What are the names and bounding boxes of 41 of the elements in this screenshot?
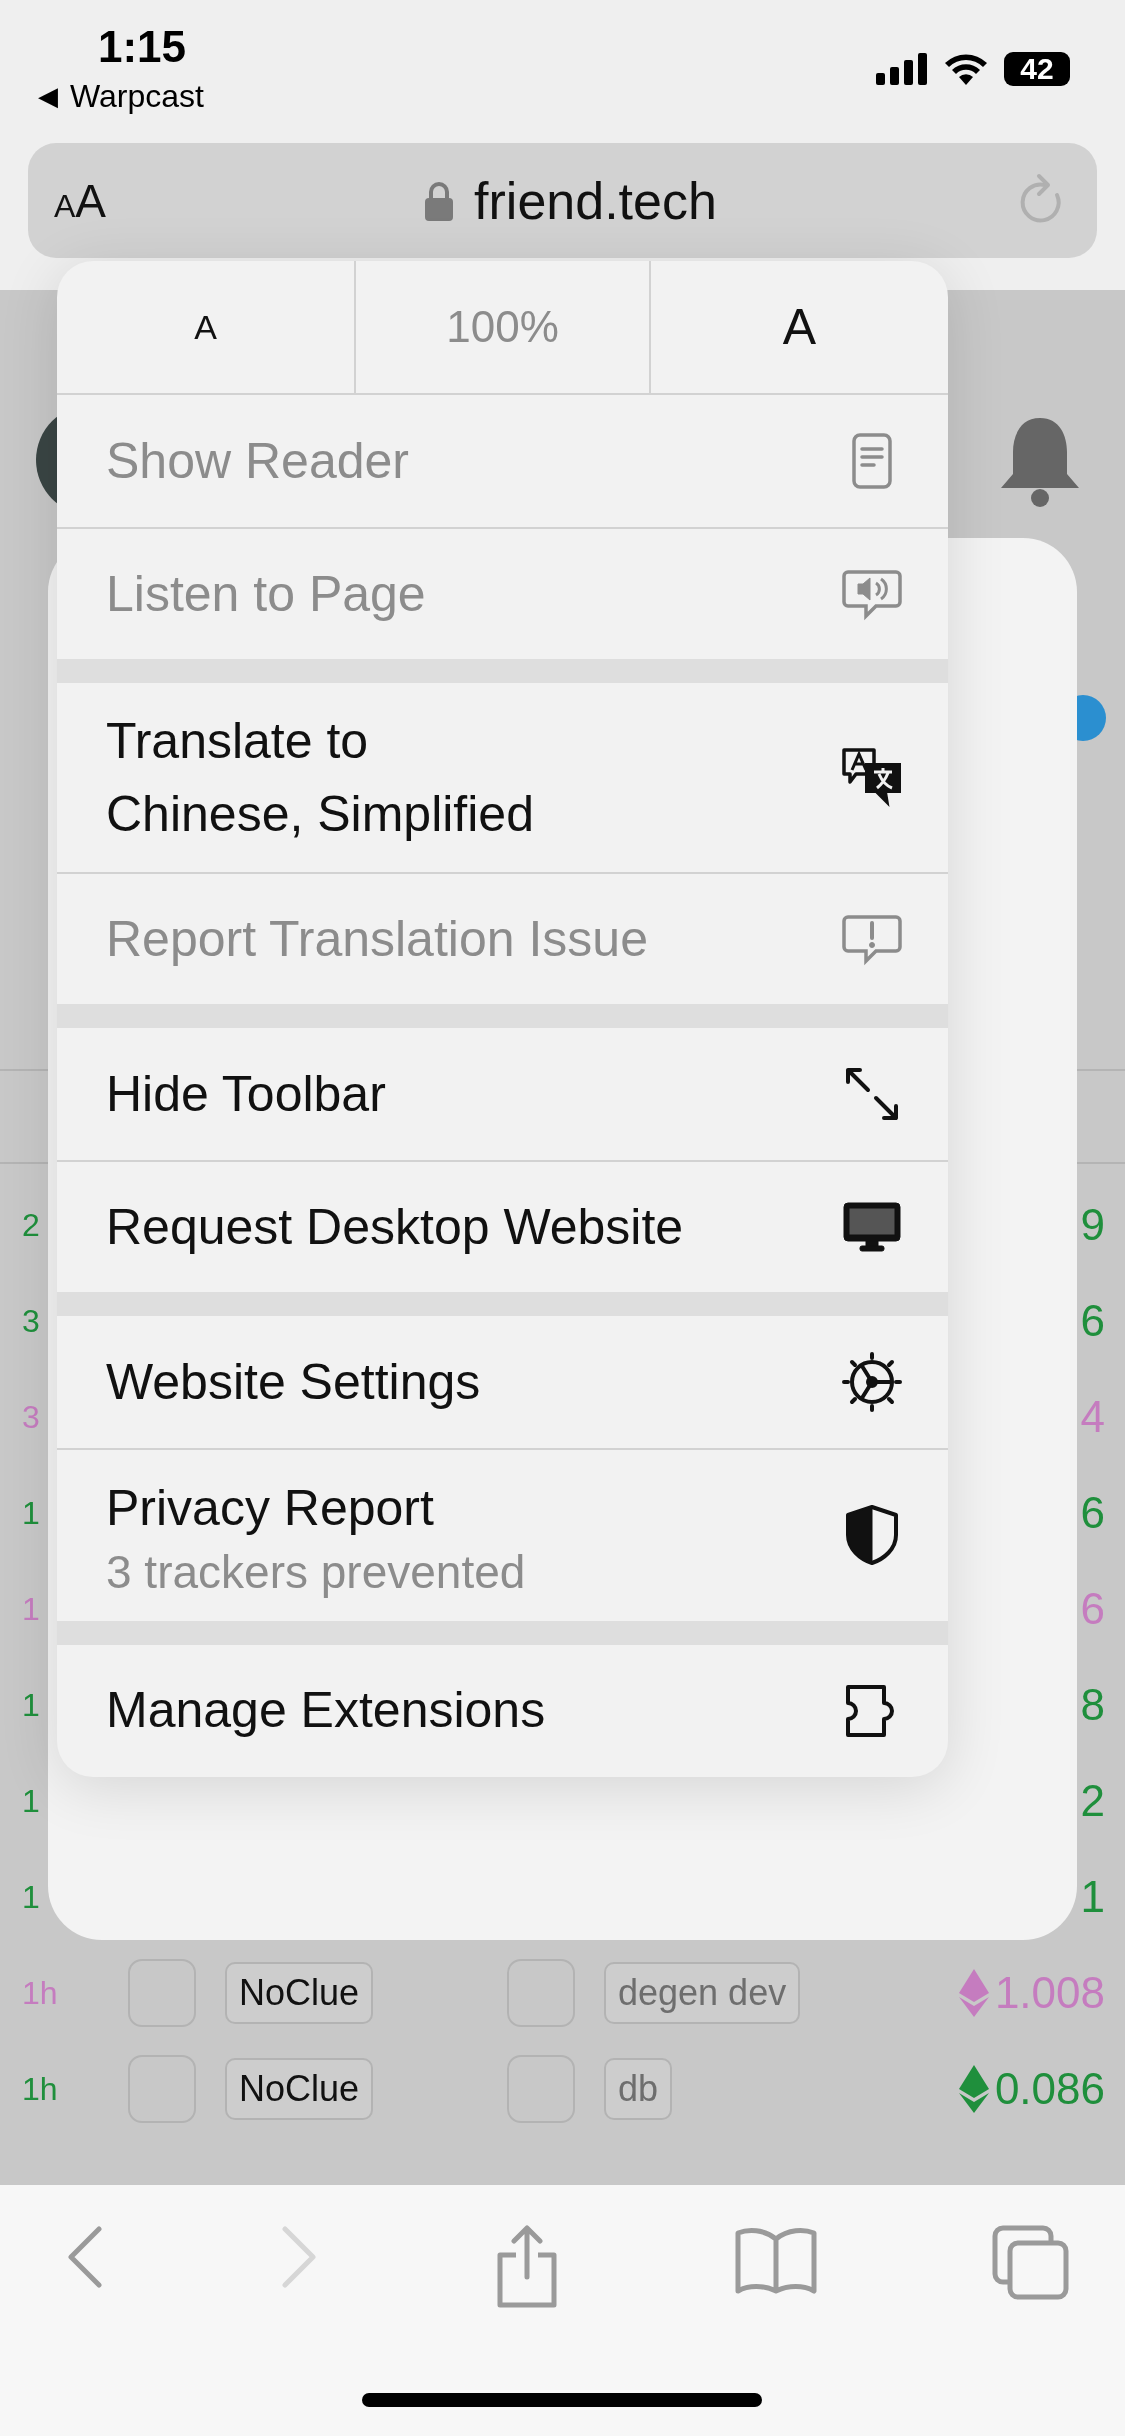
bookmarks-icon[interactable] [733,2225,818,2295]
trade-price: 6 [1080,1296,1105,1346]
zoom-level: 100% [354,261,651,393]
trade-price: 9 [1080,1200,1105,1250]
trade-time: 1 [22,1686,41,1724]
back-app-link[interactable]: Warpcast [70,78,204,115]
address-bar[interactable]: AA friend.tech [28,143,1097,258]
trade-time: 1 [22,1782,41,1820]
trade-time: 1h [22,2070,59,2108]
trade-time: 1h [22,1974,59,2012]
increase-text-button[interactable]: A [651,261,948,393]
trade-time: 3 [22,1302,41,1340]
page-format-button[interactable]: AA [54,173,164,228]
signal-icon [876,53,928,85]
trade-price: 1.008 [994,1968,1105,2018]
lock-icon [424,180,455,221]
decrease-text-button[interactable]: A [57,261,354,393]
trade-time: 1 [22,1590,41,1628]
menu-item[interactable]: Manage Extensions [57,1644,948,1777]
trade-price: 2 [1080,1776,1105,1826]
back-icon[interactable] [65,2225,105,2289]
trade-price: 6 [1080,1488,1105,1538]
trade-price: 6 [1080,1584,1105,1634]
tabs-icon[interactable] [992,2225,1070,2301]
trade-time: 1 [22,1878,41,1916]
battery-icon: 42 [1004,52,1070,86]
trade-price: 8 [1080,1680,1105,1730]
wifi-icon [944,53,988,85]
menu-item[interactable]: Translate to Chinese, Simplified [57,683,948,872]
status-time: 1:15 [98,22,187,72]
menu-item[interactable]: Website Settings [57,1316,948,1448]
trade-price: 0.086 [994,2064,1105,2114]
trader-tag[interactable]: NoClue [225,2058,374,2120]
menu-item[interactable]: Hide Toolbar [57,1028,948,1160]
trade-price: 4 [1080,1392,1105,1442]
gear-icon [840,1350,904,1414]
url-text[interactable]: friend.tech [474,170,717,231]
trade-time: 3 [22,1398,41,1436]
trade-price: 1 [1080,1872,1105,1922]
back-arrow[interactable]: ◀ [38,81,58,112]
trader-tag[interactable]: NoClue [225,1962,374,2024]
